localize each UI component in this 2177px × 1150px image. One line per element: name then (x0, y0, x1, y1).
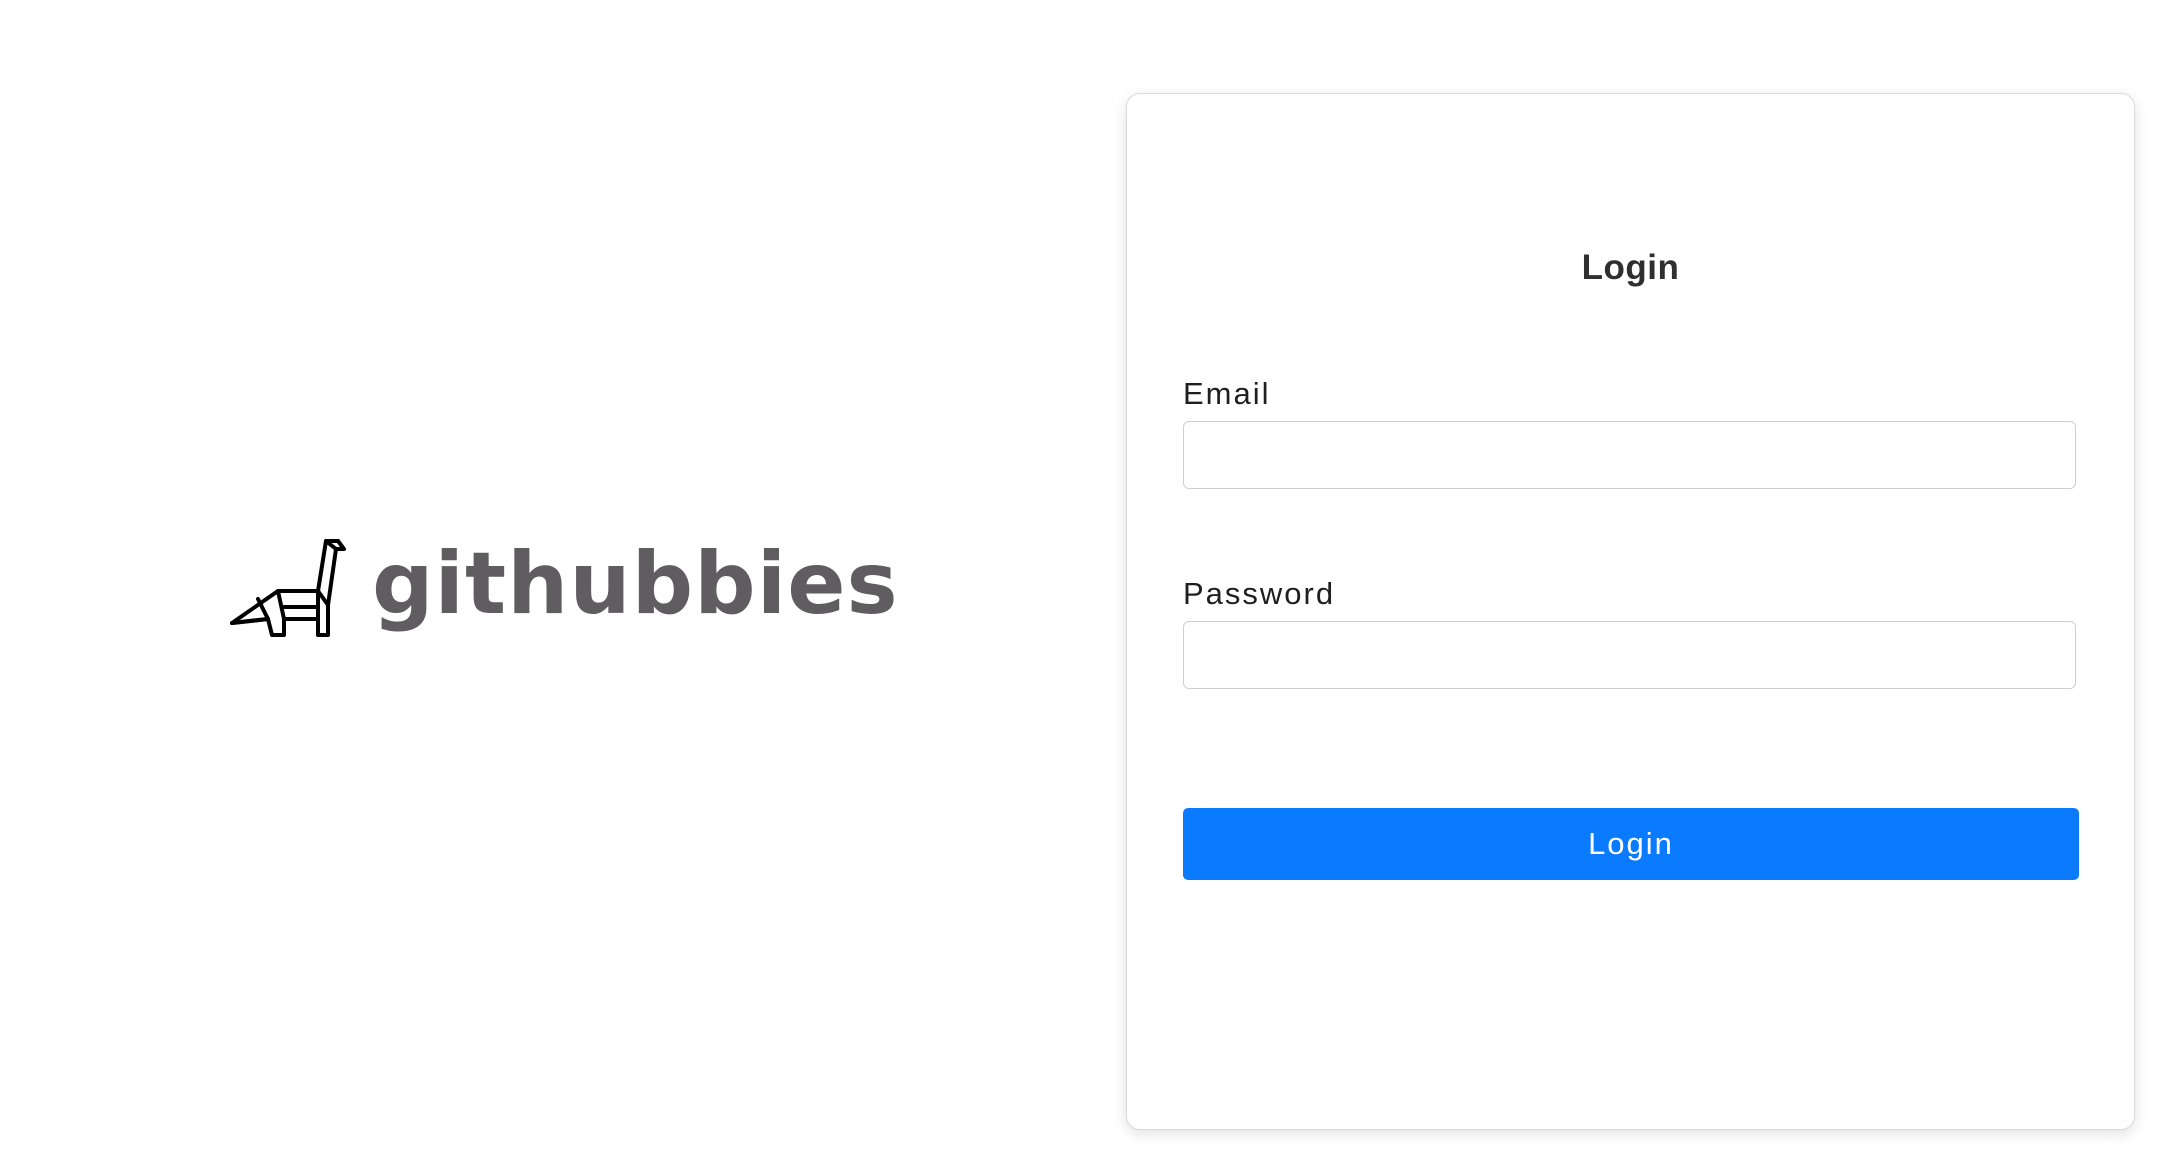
brand-header: githubbies (230, 535, 899, 645)
login-title: Login (1581, 248, 1680, 287)
email-field[interactable] (1183, 421, 2076, 489)
email-label: Email (1183, 376, 1271, 411)
login-button[interactable]: Login (1183, 808, 2079, 880)
brand-name: githubbies (372, 534, 899, 634)
login-card: Login Email Password Login (1126, 93, 2135, 1130)
password-field[interactable] (1183, 621, 2076, 689)
origami-dinosaur-icon (230, 539, 346, 637)
login-page: githubbies Login Email Password Login (0, 0, 2177, 1150)
password-label: Password (1183, 576, 1336, 611)
